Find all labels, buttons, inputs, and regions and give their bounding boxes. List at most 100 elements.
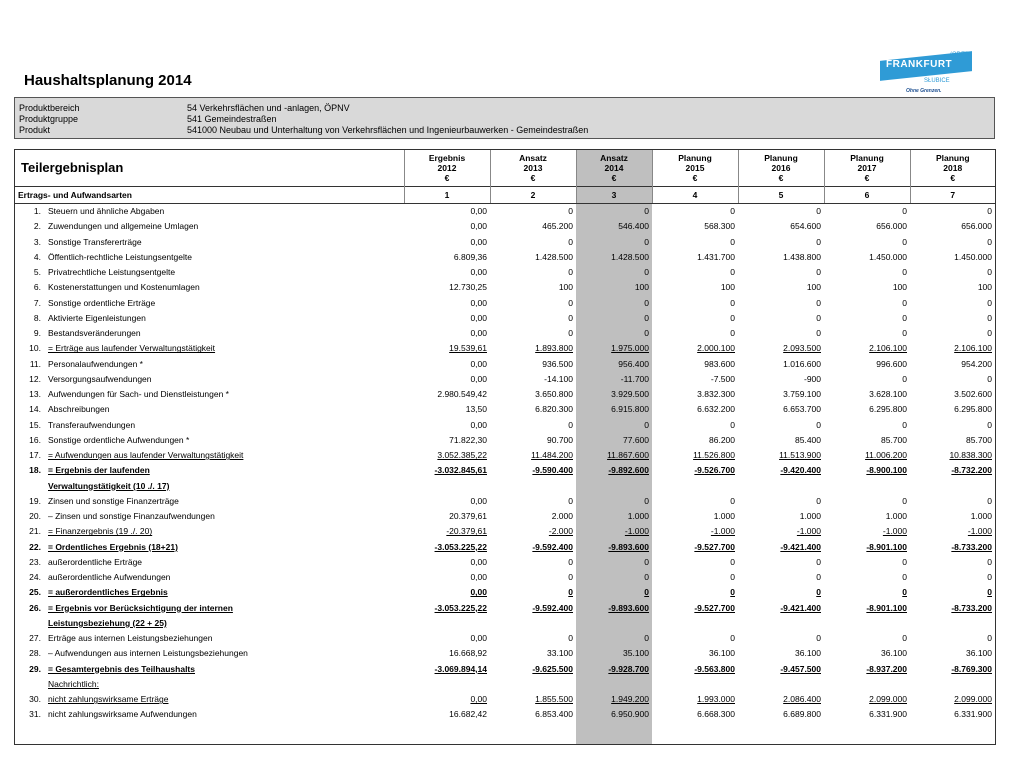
value-cell: 77.600 [623, 434, 649, 445]
value-cell: 0 [902, 236, 907, 247]
value-cell: 0 [816, 419, 821, 430]
value-cell: 6.950.900 [611, 709, 649, 720]
row-number: 6. [33, 282, 41, 293]
table-row: 28. – Aufwendungen aus internen Leistungs… [15, 646, 995, 661]
value-cell: 16.682,42 [449, 709, 487, 720]
value-cell: -900 [803, 373, 821, 384]
value-cell: 85.700 [881, 434, 907, 445]
value-cell: 0 [568, 328, 573, 339]
value-cell: -7.500 [710, 373, 735, 384]
value-cell [824, 677, 910, 692]
value-cell: 2.086.400 [783, 694, 821, 705]
value-cell: 0 [730, 206, 735, 217]
table-row: 3. Sonstige Transfererträge 0,00 0 0 0 0 0 0 [15, 235, 995, 250]
value-cell: -9.625.500 [532, 663, 573, 674]
value-cell: 11.513.900 [779, 450, 821, 461]
row-label: Personalaufwendungen * [48, 358, 143, 369]
value-cell: 1.975.000 [611, 343, 649, 354]
value-cell: 465.200 [542, 221, 573, 232]
value-cell: 0 [568, 572, 573, 583]
value-cell: 0 [730, 556, 735, 567]
table-subheading: Ertrags- und Aufwandsarten [15, 186, 404, 204]
value-cell: 11.006.200 [865, 450, 907, 461]
value-cell: -2.000 [548, 526, 573, 537]
value-cell: 0 [987, 236, 992, 247]
row-number: 20. [29, 511, 41, 522]
value-cell: 6.668.300 [697, 709, 735, 720]
value-cell: -8.900.100 [866, 465, 907, 476]
page-title: Haushaltsplanung 2014 [24, 72, 192, 89]
value-cell [490, 616, 576, 631]
value-cell: 0 [644, 587, 649, 598]
value-cell: 0 [816, 267, 821, 278]
value-cell: 0,00 [470, 297, 487, 308]
value-cell: 6.809,36 [453, 251, 487, 262]
value-cell: 0,00 [470, 556, 487, 567]
value-cell: 0 [644, 267, 649, 278]
value-cell: 0 [902, 297, 907, 308]
table-row: 17. = Aufwendungen aus laufender Verwaltu… [15, 448, 995, 463]
row-number: 12. [29, 373, 41, 384]
column-number: 3 [575, 186, 652, 204]
table-row: 25. = außerordentliches Ergebnis 0,00 0 0 0 0 0… [15, 585, 995, 600]
table-row: 16. Sonstige ordentliche Aufwendungen * 71… [15, 433, 995, 448]
table-row: 15. Transferaufwendungen 0,00 0 0 0 0 0 0 [15, 418, 995, 433]
column-header: Ergebnis 2012 € [403, 150, 490, 187]
value-cell: 0 [568, 297, 573, 308]
row-number: 26. [29, 602, 41, 613]
value-cell: 3.502.600 [954, 389, 992, 400]
row-label: = Ergebnis der laufenden [48, 465, 150, 476]
value-cell: 6.295.800 [869, 404, 907, 415]
value-cell: 0,00 [470, 206, 487, 217]
value-cell: 6.632.200 [697, 404, 735, 415]
value-cell: 1.431.700 [697, 251, 735, 262]
value-cell: 0 [644, 236, 649, 247]
table-row: 4. Öffentlich-rechtliche Leistungsentgelt… [15, 250, 995, 265]
row-label: = Finanzergebnis (19 ./. 20) [48, 526, 153, 537]
row-number: 8. [33, 312, 41, 323]
value-cell: 0,00 [470, 633, 487, 644]
value-cell: 0 [816, 556, 821, 567]
value-cell: 1.450.000 [954, 251, 992, 262]
value-cell: -9.892.600 [608, 465, 649, 476]
value-cell: 6.915.800 [611, 404, 649, 415]
row-number: 16. [29, 434, 41, 445]
value-cell: 0 [644, 633, 649, 644]
column-number: 6 [823, 186, 910, 204]
value-cell: 2.000.100 [697, 343, 735, 354]
value-cell [576, 479, 652, 494]
value-cell: 0 [730, 495, 735, 506]
value-cell [576, 677, 652, 692]
value-cell: -9.590.400 [532, 465, 573, 476]
value-cell: -3.069.894,14 [434, 663, 487, 674]
value-cell: -8.901.100 [866, 602, 907, 613]
value-cell: -3.032.845,61 [434, 465, 487, 476]
value-cell: 0,00 [470, 694, 487, 705]
column-header: Ansatz 2013 € [489, 150, 576, 187]
value-cell: 0 [987, 419, 992, 430]
value-cell: 0,00 [470, 236, 487, 247]
value-cell: -8.769.300 [951, 663, 992, 674]
value-cell [404, 479, 490, 494]
value-cell: 1.000 [627, 511, 649, 522]
value-cell: 0 [816, 312, 821, 323]
row-label: Bestandsveränderungen [48, 328, 141, 339]
value-cell: 1.000 [885, 511, 907, 522]
row-number: 27. [29, 633, 41, 644]
row-label: = Ordentliches Ergebnis (18+21) [48, 541, 178, 552]
row-number: 25. [29, 587, 41, 598]
row-number: 15. [29, 419, 41, 430]
value-cell: 0,00 [470, 358, 487, 369]
value-cell: 0 [816, 206, 821, 217]
value-cell: 0,00 [470, 328, 487, 339]
table-row: 6. Kostenerstattungen und Kostenumlagen 12… [15, 280, 995, 295]
table-row: Verwaltungstätigkeit (10 ./. 17) [15, 479, 995, 494]
row-number: 28. [29, 648, 41, 659]
value-cell: 2.980.549,42 [437, 389, 487, 400]
value-cell: 0 [902, 587, 907, 598]
row-label: Leistungsbeziehung (22 + 25) [48, 617, 167, 628]
value-cell: 2.099.000 [954, 694, 992, 705]
value-cell: 6.853.400 [535, 709, 573, 720]
value-cell: 954.200 [961, 358, 992, 369]
row-label: Aktivierte Eigenleistungen [48, 312, 146, 323]
